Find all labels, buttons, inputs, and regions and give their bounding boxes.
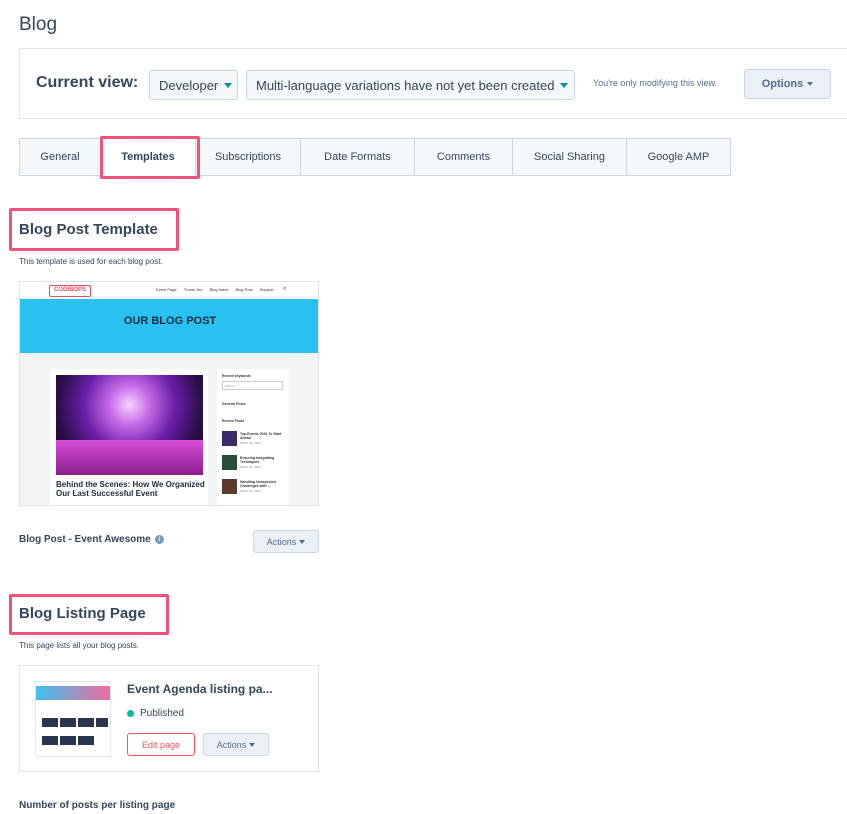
listing-page-card: Event Agenda listing pa... Published Edi… [19,665,319,772]
preview-sidebar: Recent keywords Search General Posts Rec… [217,369,289,505]
preview-nav-link: Thank You [183,287,203,292]
preview-navbar: CODIBOPS Event Page Thank You Blog Index… [20,282,318,299]
preview-recent-post-title: Ensuring Integrating Techniques [240,456,275,464]
view-modification-note: You're only modifying this view. [593,78,717,88]
caret-down-icon [807,82,814,86]
caret-down-icon [224,82,233,88]
preview-search-box: Search [222,381,283,390]
status-badge: Published [127,708,184,719]
preview-post-thumbnail [222,431,237,446]
preview-recent-post-date: March 05, 2024 [240,441,261,445]
tab-subscriptions[interactable]: Subscriptions [196,138,301,176]
preview-logo: CODIBOPS [49,285,91,297]
current-view-label: Current view: [36,74,139,91]
preview-post-card: Behind the Scenes: How We Organized Our … [50,369,208,505]
developer-view-select-value: Developer [159,77,219,93]
preview-recent-post: Ensuring Integrating Techniques March 01… [222,455,284,470]
settings-tabs: General Templates Subscriptions Date For… [19,138,731,176]
status-text: Published [140,708,184,719]
actions-button-label: Actions [216,739,247,750]
preview-recent-post-title: Handling Unexpected Challenges with ... [240,480,276,488]
preview-general-posts-label: General Posts [222,402,246,406]
posts-per-page-label: Number of posts per listing page [19,800,176,811]
listing-page-thumbnail[interactable] [35,681,111,757]
preview-recent-post: Top Events 2024 To Start Ahead March 05,… [222,431,284,446]
blog-post-actions-button[interactable]: Actions [253,530,319,553]
preview-nav-link: Support [259,287,274,292]
blog-listing-page-title: Blog Listing Page [19,605,146,622]
tab-templates[interactable]: Templates [101,138,196,176]
preview-nav-link: Blog Index [209,287,229,292]
actions-button-label: Actions [266,536,297,547]
blog-post-template-description: This template is used for each blog post… [19,257,163,266]
preview-nav-link: Event Page [156,287,177,292]
tab-general[interactable]: General [19,138,101,176]
preview-recent-post-date: March 01, 2024 [240,465,261,469]
preview-recent-posts-label: Recent Posts [222,419,245,423]
blog-post-template-name-text: Blog Post - Event Awesome [19,534,151,545]
developer-view-select[interactable]: Developer [149,70,238,100]
caret-down-icon [249,742,256,747]
preview-nav-link: Blog Post [235,287,253,292]
edit-page-button[interactable]: Edit page [127,733,195,756]
preview-recent-post-date: March 02, 2024 [240,489,261,493]
search-icon: ⌕ [283,286,287,292]
language-variation-select-value: Multi-language variations have not yet b… [256,77,555,93]
preview-keywords-label: Recent keywords [222,374,251,378]
preview-hero-text: OUR BLOG POST [123,315,217,327]
preview-event-image [56,375,203,475]
preview-post-headline: Behind the Scenes: How We Organized Our … [56,480,205,498]
listing-actions-button[interactable]: Actions [203,733,269,756]
tab-social-sharing[interactable]: Social Sharing [513,138,627,176]
language-variation-select[interactable]: Multi-language variations have not yet b… [246,70,575,100]
blog-listing-page-description: This page lists all your blog posts. [19,641,140,650]
tab-comments[interactable]: Comments [415,138,513,176]
preview-hero: OUR BLOG POST [20,299,318,353]
preview-post-thumbnail [222,455,237,470]
tab-date-formats[interactable]: Date Formats [301,138,415,176]
preview-nav-links: Event Page Thank You Blog Index Blog Pos… [156,287,274,292]
options-button-label: Options [761,78,804,90]
tab-google-amp[interactable]: Google AMP [627,138,731,176]
preview-recent-post: Handling Unexpected Challenges with ... … [222,479,284,494]
blog-post-template-title: Blog Post Template [19,221,158,238]
current-view-bar: Current view: Developer Multi-language v… [19,48,847,119]
preview-post-thumbnail [222,479,237,494]
preview-recent-post-title: Top Events 2024 To Start Ahead [240,432,282,440]
caret-down-icon [299,539,306,544]
page-title: Blog [19,14,58,35]
info-icon[interactable]: i [154,535,164,544]
listing-page-title[interactable]: Event Agenda listing pa... [127,682,273,696]
blog-post-template-preview[interactable]: CODIBOPS Event Page Thank You Blog Index… [19,281,319,506]
options-button[interactable]: Options [744,69,831,99]
published-status-dot-icon [127,710,134,717]
caret-down-icon [560,82,569,88]
blog-post-template-name: Blog Post - Event Awesome i [19,534,164,545]
